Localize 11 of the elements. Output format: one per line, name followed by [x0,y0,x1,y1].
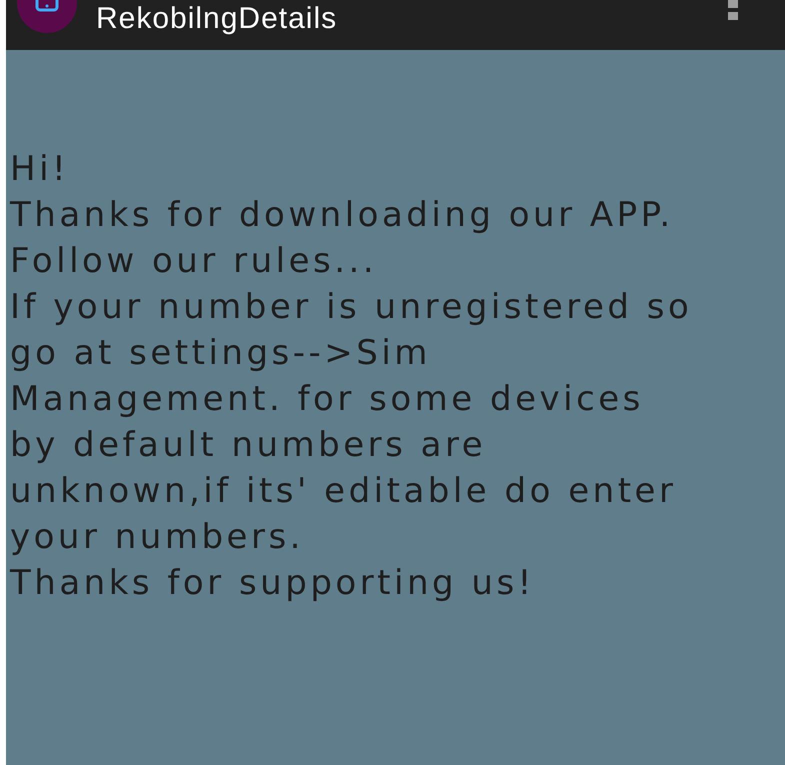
message-text: Follow our rules... [10,240,378,283]
message-text: go at settings-->Sim [10,332,432,375]
message-text: Thanks for supporting us! [10,562,536,605]
app-title: RekobilngDetails [96,2,338,36]
message-text: If your number is unregistered so [10,286,694,329]
message-text: by default numbers are [10,424,488,467]
message-text: Thanks for downloading our APP. [10,194,675,237]
message-text: unknown,if its' editable do enter [10,470,678,513]
message-text: your numbers. [10,516,305,559]
message-text: Hi! [10,148,70,191]
message-text: Management. for some devices [10,378,645,421]
